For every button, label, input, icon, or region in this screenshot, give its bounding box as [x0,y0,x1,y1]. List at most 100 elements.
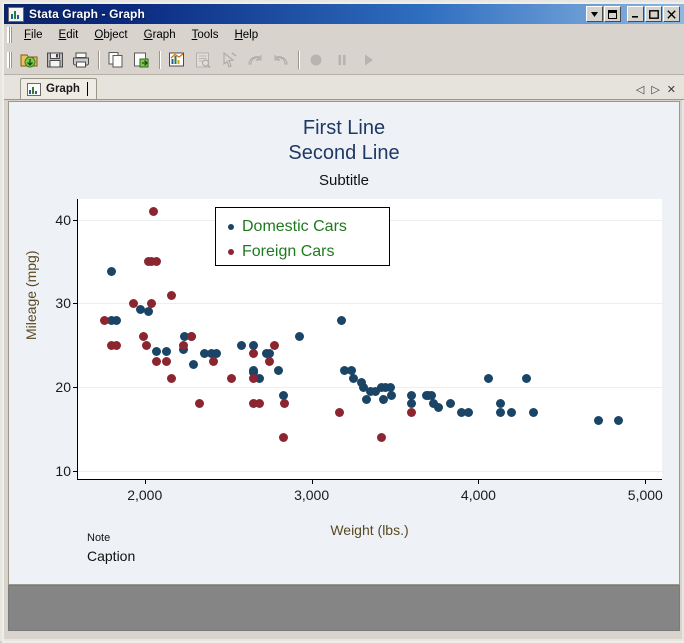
data-point[interactable] [496,408,504,416]
window-minimize-button[interactable] [627,6,644,22]
data-point[interactable] [296,333,304,341]
data-point[interactable] [249,341,257,349]
data-point[interactable] [379,396,387,404]
data-point[interactable] [348,366,356,374]
data-point[interactable] [249,350,257,358]
data-point[interactable] [142,341,150,349]
window-controls [586,6,684,22]
tab-next-icon[interactable]: ▷ [651,83,659,96]
data-point[interactable] [179,341,187,349]
data-point[interactable] [279,433,287,441]
data-point[interactable] [386,383,394,391]
data-point[interactable] [196,400,204,408]
data-point[interactable] [209,358,217,366]
data-point[interactable] [238,341,246,349]
data-point[interactable] [408,408,416,416]
data-point[interactable] [189,360,197,368]
data-point[interactable] [274,366,282,374]
data-point[interactable] [446,400,454,408]
x-axis-tick [311,479,313,484]
data-point[interactable] [162,358,170,366]
data-point[interactable] [428,391,436,399]
tab-prev-icon[interactable]: ◁ [636,83,644,96]
window-restore-button[interactable] [604,6,621,22]
data-point[interactable] [281,400,289,408]
data-point[interactable] [508,408,516,416]
data-point[interactable] [496,400,504,408]
paste-button[interactable] [131,49,153,71]
chart-legend[interactable]: Domestic Cars Foreign Cars [215,207,390,266]
data-point[interactable] [408,400,416,408]
data-point[interactable] [336,408,344,416]
data-point[interactable] [434,404,442,412]
print-button[interactable] [70,49,92,71]
save-button[interactable] [44,49,66,71]
legend-item-domestic[interactable]: Domestic Cars [224,214,389,239]
y-axis-tick-label: 10 [55,462,71,479]
graph-canvas[interactable]: First Line Second Line Subtitle Mileage … [9,102,679,584]
data-point[interactable] [149,208,157,216]
menu-graph[interactable]: Graph [136,27,184,43]
data-point[interactable] [271,341,279,349]
data-point[interactable] [112,341,120,349]
tab-graph[interactable]: Graph [20,78,97,99]
data-point[interactable] [266,350,274,358]
data-point[interactable] [359,383,367,391]
data-point[interactable] [595,416,603,424]
tab-close-icon[interactable]: ✕ [667,83,676,96]
data-point[interactable] [615,416,623,424]
data-point[interactable] [249,400,257,408]
menubar-grip[interactable] [7,27,12,43]
window-close-button[interactable] [663,6,680,22]
data-point[interactable] [152,258,160,266]
data-point[interactable] [349,375,357,383]
menu-tools[interactable]: Tools [184,27,227,43]
data-point[interactable] [378,433,386,441]
data-point[interactable] [137,305,145,313]
menu-help[interactable]: Help [226,27,266,43]
data-point[interactable] [152,358,160,366]
data-point[interactable] [408,391,416,399]
graph-view[interactable]: First Line Second Line Subtitle Mileage … [8,101,680,585]
data-point[interactable] [464,408,472,416]
data-point[interactable] [212,350,220,358]
toolbar-grip[interactable] [7,52,12,68]
data-point[interactable] [256,400,264,408]
data-point[interactable] [256,375,264,383]
data-point[interactable] [228,375,235,383]
data-point[interactable] [530,408,538,416]
data-point[interactable] [338,316,346,324]
start-graph-editor-button[interactable] [166,49,188,71]
data-point[interactable] [167,291,175,299]
data-point[interactable] [139,333,147,341]
data-point[interactable] [363,396,371,404]
data-point[interactable] [107,268,115,276]
data-point[interactable] [279,391,287,399]
data-point[interactable] [147,299,155,307]
data-point[interactable] [129,299,137,307]
y-axis-title: Mileage (mpg) [23,250,39,340]
legend-item-foreign[interactable]: Foreign Cars [224,239,389,264]
y-axis-tick-label: 40 [55,211,71,228]
data-point[interactable] [101,316,109,324]
menu-edit[interactable]: Edit [51,27,87,43]
y-axis-tick-label: 20 [55,379,71,396]
data-point[interactable] [162,348,170,356]
menu-file[interactable]: File [16,27,51,43]
window-dropdown-button[interactable] [586,6,603,22]
copy-button[interactable] [105,49,127,71]
data-point[interactable] [249,375,257,383]
data-point[interactable] [266,358,274,366]
data-point[interactable] [152,348,160,356]
pointer-tool-button [218,49,240,71]
data-point[interactable] [187,333,195,341]
data-point[interactable] [388,391,396,399]
data-point[interactable] [112,316,120,324]
data-point[interactable] [167,375,175,383]
menu-object[interactable]: Object [86,27,135,43]
data-point[interactable] [144,308,152,316]
open-button[interactable] [18,49,40,71]
data-point[interactable] [484,375,492,383]
window-maximize-button[interactable] [645,6,662,22]
data-point[interactable] [523,375,531,383]
